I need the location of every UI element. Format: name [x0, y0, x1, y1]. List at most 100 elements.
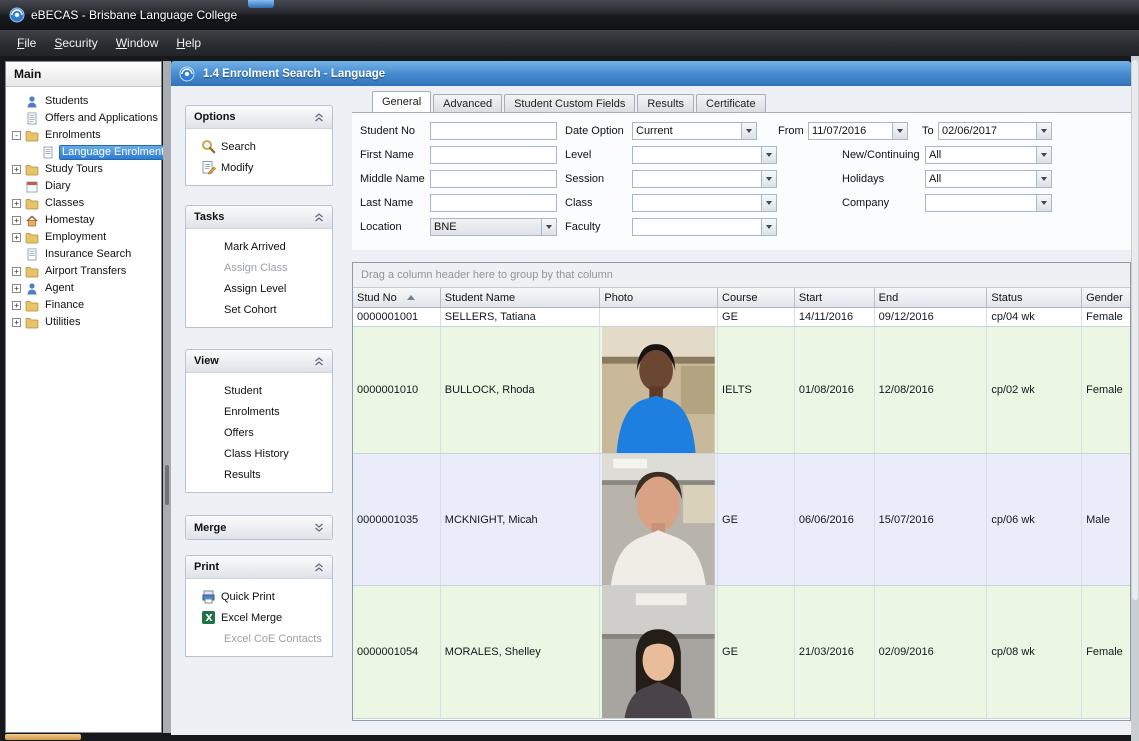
utilities-icon: [25, 316, 39, 329]
table-row[interactable]: 0000001001 SELLERS, Tatiana GE 14/11/201…: [353, 308, 1130, 327]
dropdown-arrow-icon[interactable]: [1036, 171, 1051, 187]
view-offers-button[interactable]: Offers: [186, 422, 332, 443]
sidebar-item-classes[interactable]: + Classes: [6, 195, 161, 212]
dropdown-arrow-icon[interactable]: [741, 123, 756, 139]
collapse-chevron-icon[interactable]: [314, 563, 324, 572]
merge-panel-header[interactable]: Merge: [186, 516, 332, 539]
menu-file[interactable]: File: [8, 32, 45, 54]
dropdown-arrow-icon[interactable]: [1036, 195, 1051, 211]
sidebar-item-employment[interactable]: + Employment: [6, 229, 161, 246]
collapse-chevron-icon[interactable]: [314, 213, 324, 222]
sidebar-item-utilities[interactable]: + Utilities: [6, 314, 161, 331]
dropdown-arrow-icon[interactable]: [761, 219, 776, 235]
expand-expander-icon[interactable]: +: [12, 284, 21, 293]
menu-security[interactable]: Security: [45, 32, 106, 54]
tab-student-custom-fields[interactable]: Student Custom Fields: [504, 94, 635, 112]
dropdown-arrow-icon[interactable]: [541, 219, 556, 235]
sidebar-item-agent[interactable]: + Agent: [6, 280, 161, 297]
sidebar-item-language-enrolments[interactable]: Language Enrolments: [6, 144, 161, 161]
new-continuing-label: New/Continuing: [842, 149, 920, 161]
view-panel-header[interactable]: View: [186, 350, 332, 373]
tab-general[interactable]: General: [372, 91, 431, 112]
splitter-grip[interactable]: [165, 465, 169, 505]
column-header-student-name[interactable]: Student Name: [441, 288, 601, 307]
to-date-input[interactable]: 02/06/2017: [938, 122, 1052, 140]
sidebar-horizontal-scrollbar[interactable]: [5, 734, 81, 740]
column-header-stud-no[interactable]: Stud No: [353, 288, 441, 307]
dropdown-arrow-icon[interactable]: [1036, 147, 1051, 163]
quick-print-button[interactable]: Quick Print: [186, 586, 332, 607]
date-option-select[interactable]: Current: [632, 122, 757, 140]
offers-icon: [25, 112, 39, 125]
from-date-input[interactable]: 11/07/2016: [808, 122, 908, 140]
menu-help[interactable]: Help: [167, 32, 210, 54]
expand-expander-icon[interactable]: +: [12, 199, 21, 208]
modify-button[interactable]: Modify: [186, 157, 332, 178]
tab-results[interactable]: Results: [637, 94, 694, 112]
sidebar-splitter[interactable]: [163, 61, 171, 733]
expand-expander-icon[interactable]: +: [12, 301, 21, 310]
expand-expander-icon[interactable]: +: [12, 165, 21, 174]
faculty-select[interactable]: [632, 218, 777, 236]
print-panel-header[interactable]: Print: [186, 556, 332, 579]
sidebar-item-homestay[interactable]: + Homestay: [6, 212, 161, 229]
level-select[interactable]: [632, 146, 777, 164]
options-panel-header[interactable]: Options: [186, 106, 332, 129]
sidebar-item-offers-and-applications[interactable]: Offers and Applications: [6, 110, 161, 127]
sidebar-item-enrolments[interactable]: - Enrolments: [6, 127, 161, 144]
dropdown-arrow-icon[interactable]: [761, 171, 776, 187]
set-cohort-button[interactable]: Set Cohort: [186, 299, 332, 320]
dropdown-arrow-icon[interactable]: [761, 147, 776, 163]
dropdown-arrow-icon[interactable]: [892, 123, 907, 139]
column-header-start[interactable]: Start: [795, 288, 875, 307]
expand-expander-icon[interactable]: +: [12, 318, 21, 327]
collapse-chevron-icon[interactable]: [314, 113, 324, 122]
location-select[interactable]: BNE: [430, 218, 557, 236]
view-student-button[interactable]: Student: [186, 380, 332, 401]
column-header-course[interactable]: Course: [718, 288, 795, 307]
column-header-status[interactable]: Status: [987, 288, 1082, 307]
middle-name-input[interactable]: [430, 170, 557, 188]
tasks-panel-header[interactable]: Tasks: [186, 206, 332, 229]
collapse-expander-icon[interactable]: -: [12, 131, 21, 140]
column-header-end[interactable]: End: [875, 288, 988, 307]
tab-advanced[interactable]: Advanced: [433, 94, 502, 112]
expand-expander-icon[interactable]: +: [12, 267, 21, 276]
expand-expander-icon[interactable]: +: [12, 233, 21, 242]
view-results-button[interactable]: Results: [186, 464, 332, 485]
tab-certificate[interactable]: Certificate: [696, 94, 766, 112]
collapse-chevron-icon[interactable]: [314, 357, 324, 366]
view-enrolments-button[interactable]: Enrolments: [186, 401, 332, 422]
expand-expander-icon[interactable]: +: [12, 216, 21, 225]
excel-merge-button[interactable]: Excel Merge: [186, 607, 332, 628]
scrollbar-thumb[interactable]: [1132, 60, 1138, 600]
company-select[interactable]: [925, 194, 1052, 212]
column-header-photo[interactable]: Photo: [600, 288, 718, 307]
table-row[interactable]: 0000001010 BULLOCK, Rhoda IELTS 01/08/20…: [353, 327, 1130, 454]
table-row[interactable]: 0000001035 MCKNIGHT, Micah GE 06/06/2016…: [353, 454, 1130, 586]
view-class-history-button[interactable]: Class History: [186, 443, 332, 464]
sidebar-item-study-tours[interactable]: + Study Tours: [6, 161, 161, 178]
column-header-gender[interactable]: Gender: [1082, 288, 1130, 307]
vertical-scrollbar[interactable]: [1131, 56, 1139, 741]
sidebar-item-airport-transfers[interactable]: + Airport Transfers: [6, 263, 161, 280]
sidebar-item-finance[interactable]: + Finance: [6, 297, 161, 314]
student-no-input[interactable]: [430, 122, 557, 140]
sidebar-item-students[interactable]: Students: [6, 93, 161, 110]
mark-arrived-button[interactable]: Mark Arrived: [186, 236, 332, 257]
dropdown-arrow-icon[interactable]: [761, 195, 776, 211]
new-continuing-select[interactable]: All: [925, 146, 1052, 164]
dropdown-arrow-icon[interactable]: [1036, 123, 1051, 139]
first-name-input[interactable]: [430, 146, 557, 164]
last-name-input[interactable]: [430, 194, 557, 212]
sidebar-item-diary[interactable]: Diary: [6, 178, 161, 195]
session-select[interactable]: [632, 170, 777, 188]
holidays-select[interactable]: All: [925, 170, 1052, 188]
search-button[interactable]: Search: [186, 136, 332, 157]
assign-level-button[interactable]: Assign Level: [186, 278, 332, 299]
sidebar-item-insurance-search[interactable]: Insurance Search: [6, 246, 161, 263]
class-select[interactable]: [632, 194, 777, 212]
table-row[interactable]: 0000001054 MORALES, Shelley GE 21/03/201…: [353, 586, 1130, 719]
menu-window[interactable]: Window: [107, 32, 168, 54]
expand-chevron-icon[interactable]: [314, 523, 324, 532]
